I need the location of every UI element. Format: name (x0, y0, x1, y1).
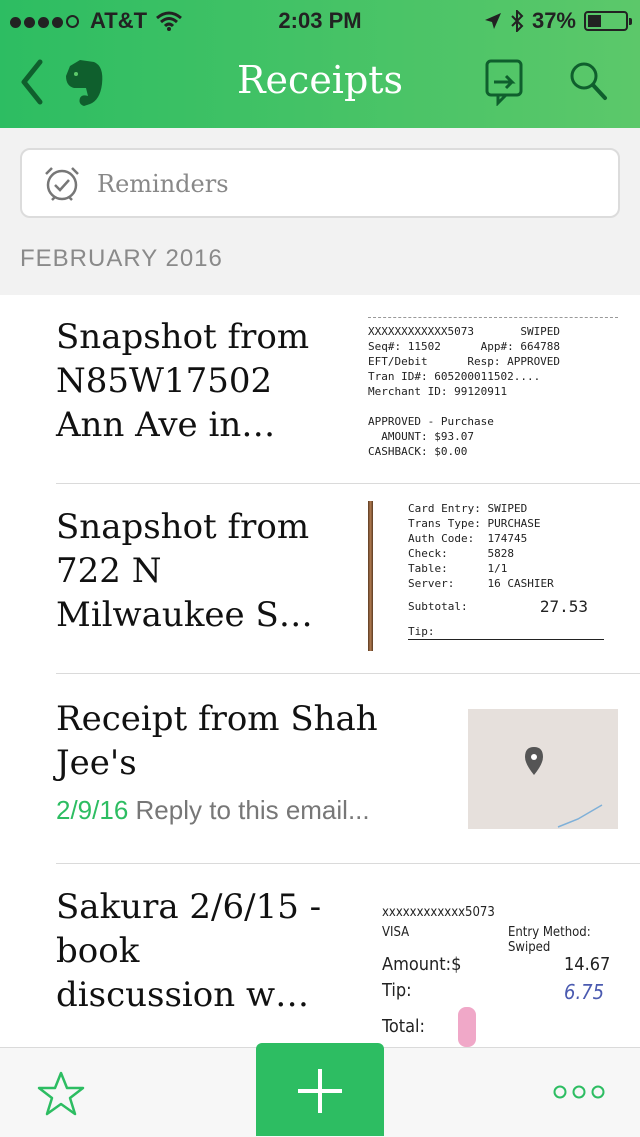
receipt-thumbnail: Card Entry: SWIPED Trans Type: PURCHASE Au… (368, 501, 618, 656)
receipt-stain (458, 1007, 476, 1047)
receipt-entry-method: Entry Method: Swiped (508, 925, 591, 955)
page-title: Receipts (236, 58, 404, 102)
note-title: Snapshot from N85W17502 Ann Ave in… (56, 317, 310, 445)
receipt-line: Seq#: 11502 App#: 664788 (368, 340, 561, 353)
share-icon[interactable] (484, 56, 524, 106)
note-snippet-text: Reply to this email... (135, 795, 370, 825)
receipt-card-number: xxxxxxxxxxxx5073 (382, 905, 495, 920)
star-icon[interactable] (36, 1070, 86, 1118)
receipt-line: Trans Type: PURCHASE (408, 517, 541, 530)
section-header: FEBRUARY 2016 (20, 245, 223, 272)
receipt-thumbnail: xxxxxxxxxxxx5073 VISA Entry Method: Swip… (368, 897, 618, 1047)
map-thumbnail (468, 709, 618, 829)
subtotal-value: 27.53 (539, 597, 588, 616)
notes-list[interactable]: Snapshot from N85W17502 Ann Ave in… XXXX… (0, 295, 640, 1047)
reminders-label: Reminders (97, 170, 229, 198)
receipt-line: Card Entry: SWIPED (408, 502, 528, 515)
location-arrow-icon (484, 13, 501, 29)
receipt-line (368, 399, 618, 414)
receipt-line: EFT/Debit Resp: APPROVED (368, 355, 561, 368)
bluetooth-icon (511, 10, 524, 32)
alarm-clock-icon (45, 167, 79, 201)
receipt-line: Table: 1/1 (408, 562, 508, 575)
receipt-line: CASHBACK: $0.00 (368, 445, 468, 458)
plus-icon (298, 1069, 342, 1113)
battery-percent: 37% (531, 8, 576, 33)
note-title: Receipt from Shah Jee's (56, 699, 378, 783)
receipt-total-label: Total: (382, 1016, 425, 1037)
receipt-line: Tran ID#: 605200011502.... (368, 370, 541, 383)
receipt-line: Merchant ID: 99120911 (368, 385, 508, 398)
receipt-line: Auth Code: 174745 (408, 532, 528, 545)
receipt-line: AMOUNT: $93.07 (368, 430, 474, 443)
note-date: 2/9/16 (56, 795, 129, 825)
reminders-button[interactable]: Reminders (20, 148, 620, 218)
receipt-tip: 6.75 (564, 980, 605, 1004)
receipt-edge (368, 501, 373, 651)
status-bar: AT&T 2:03 PM 37% (0, 0, 640, 40)
receipt-amount: 14.67 (564, 954, 611, 975)
receipt-tip-label: Tip: (382, 980, 412, 1001)
receipt-line: Check: 5828 (408, 547, 514, 560)
receipt-line: APPROVED - Purchase (368, 415, 494, 428)
receipt-thumbnail: XXXXXXXXXXXX5073 SWIPED Seq#: 11502 App#:… (368, 317, 618, 467)
note-title: Sakura 2/6/15 - book discussion w… (56, 887, 322, 1015)
header-bar: AT&T 2:03 PM 37% Receipts (0, 0, 640, 128)
battery-icon (584, 11, 632, 31)
more-options-icon[interactable] (550, 1082, 608, 1102)
receipt-line: XXXXXXXXXXXX5073 SWIPED (368, 325, 561, 338)
add-note-button[interactable] (256, 1043, 384, 1136)
map-pin-icon (525, 747, 603, 828)
subtotal-label: Subtotal: (408, 600, 468, 613)
receipt-amount-label: Amount:$ (382, 954, 462, 975)
receipt-line: Server: 16 CASHIER (408, 577, 554, 590)
note-title: Snapshot from 722 N Milwaukee S… (56, 507, 313, 635)
tip-label: Tip: (408, 625, 435, 638)
search-icon[interactable] (568, 60, 608, 102)
receipt-card-type: VISA (382, 925, 410, 940)
